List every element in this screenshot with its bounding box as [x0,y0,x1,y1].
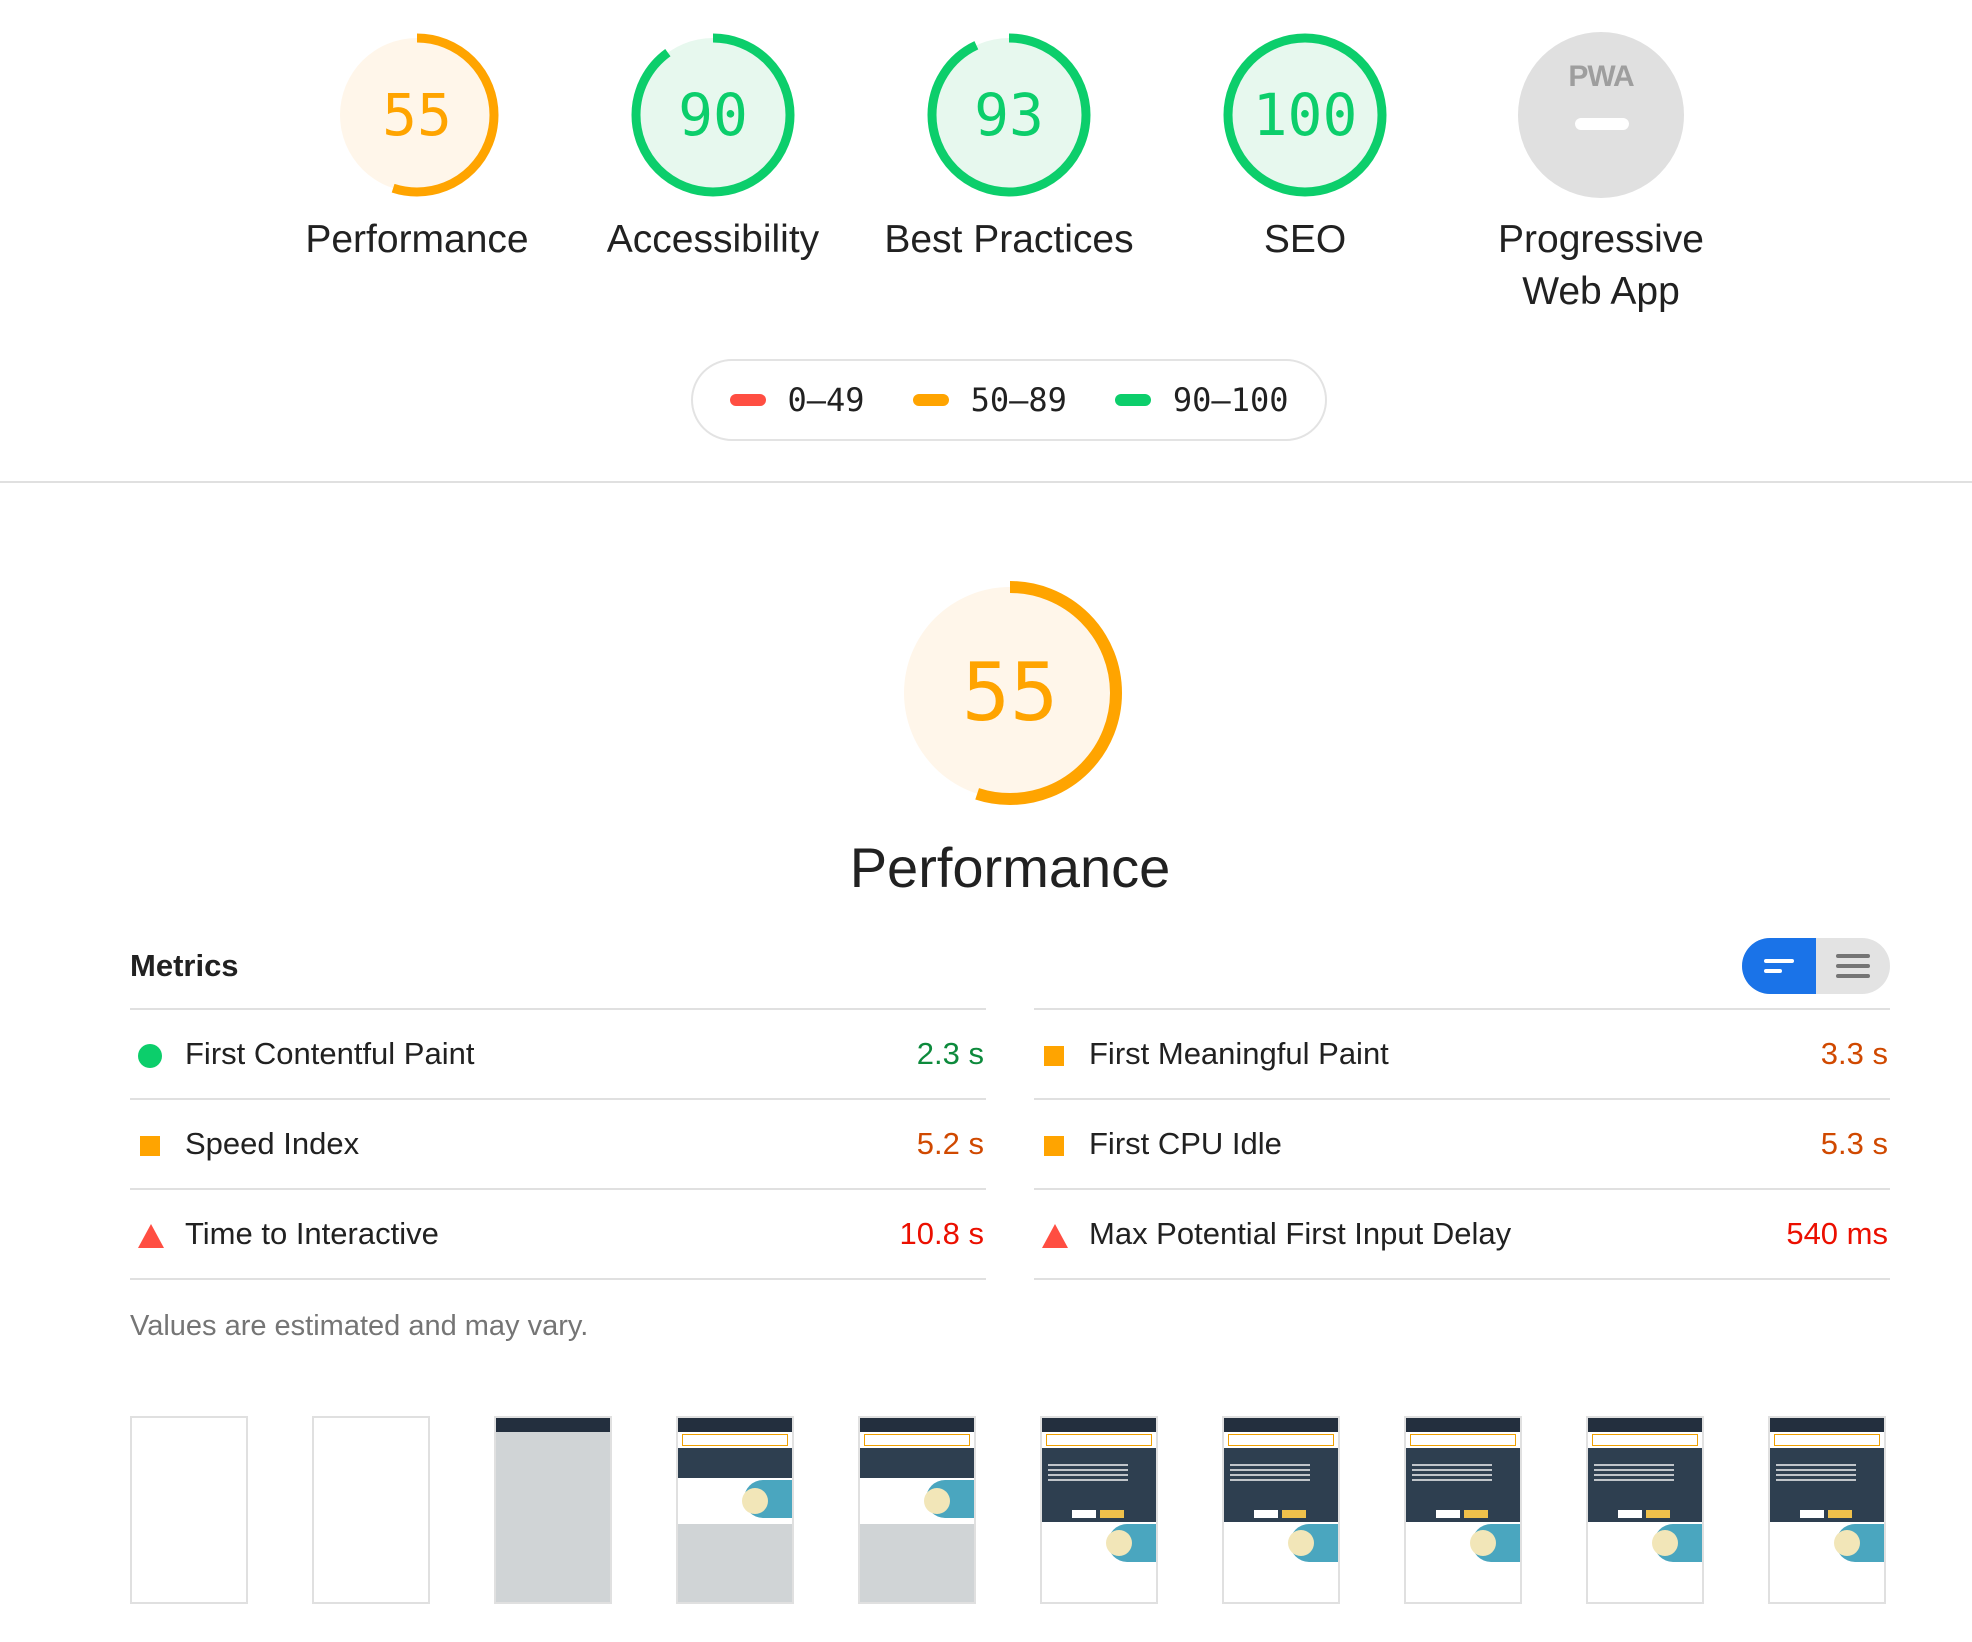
average-square-icon [1044,1136,1064,1156]
category-accessibility[interactable]: 90 Accessibility [553,32,873,266]
metric-value: 5.2 s [916,1126,984,1161]
pwa-badge-icon: PWA [1518,32,1684,198]
fail-triangle-icon [138,1224,164,1248]
metric-row[interactable]: First CPU Idle 5.3 s [1034,1098,1890,1188]
metric-name: First Meaningful Paint [1089,1036,1389,1071]
filmstrip [130,1416,1892,1606]
estimate-note: Values are estimated and may vary. [130,1310,589,1342]
seo-label: SEO [1263,218,1347,261]
best-practices-score: 93 [974,81,1044,149]
performance-section-title: Performance [849,836,1171,899]
best-practices-gauge: 93 [926,32,1092,198]
performance-score: 55 [382,81,452,149]
metric-value: 2.3 s [916,1036,984,1071]
metrics-column-right: First Meaningful Paint 3.3 s First CPU I… [1034,1008,1890,1280]
filmstrip-frame-complete [1222,1416,1340,1604]
seo-gauge: 100 [1222,32,1388,198]
performance-section-gauge: 55 [895,578,1125,808]
legend-fail-label: 0–49 [787,381,865,419]
filmstrip-frame-complete [1404,1416,1522,1604]
filmstrip-frame-complete [1768,1416,1886,1604]
metric-name: Speed Index [185,1126,360,1161]
average-square-icon [1044,1046,1064,1066]
filmstrip-frame-complete [1586,1416,1704,1604]
filmstrip-frame-blank [130,1416,248,1604]
legend-pass-swatch [1114,394,1151,406]
legend-pass: 90–100 [1114,381,1289,419]
accessibility-label: Accessibility [606,218,820,261]
filmstrip-frame-blank [312,1416,430,1604]
legend-average-label: 50–89 [970,381,1067,419]
metric-name: First CPU Idle [1089,1126,1282,1161]
fail-triangle-icon [1042,1224,1068,1248]
legend-average-swatch [912,394,949,406]
metric-value: 3.3 s [1820,1036,1888,1071]
legend-fail-swatch [729,394,766,406]
pwa-badge-text: PWA [1568,60,1634,93]
best-practices-label: Best Practices [884,218,1134,261]
metric-value: 10.8 s [899,1216,984,1251]
expanded-view-button[interactable] [1816,938,1890,994]
metric-name: First Contentful Paint [185,1036,475,1071]
category-performance[interactable]: 55 Performance [257,32,577,266]
metric-row[interactable]: First Contentful Paint 2.3 s [130,1008,986,1098]
metrics-view-toggle[interactable] [1742,938,1890,994]
average-square-icon [140,1136,160,1156]
filmstrip-frame-complete [1040,1416,1158,1604]
category-pwa[interactable]: PWA Progressive Web App [1441,32,1761,318]
section-divider [0,481,1972,483]
legend-average: 50–89 [912,381,1067,419]
expanded-view-icon [1836,954,1870,978]
pwa-label-line1: Progressive [1498,218,1704,261]
performance-label: Performance [305,218,529,261]
metric-row[interactable]: First Meaningful Paint 3.3 s [1034,1008,1890,1098]
metric-row[interactable]: Max Potential First Input Delay 540 ms [1034,1188,1890,1280]
category-best-practices[interactable]: 93 Best Practices [849,32,1169,266]
filmstrip-frame-partial [858,1416,976,1604]
performance-section-score: 55 [961,646,1059,739]
accessibility-score: 90 [678,81,748,149]
filmstrip-frame-loading [494,1416,612,1604]
accessibility-gauge: 90 [630,32,796,198]
category-seo[interactable]: 100 SEO [1145,32,1465,266]
metric-row[interactable]: Speed Index 5.2 s [130,1098,986,1188]
metric-name: Max Potential First Input Delay [1089,1216,1512,1251]
pwa-label-line2: Web App [1522,270,1680,313]
pass-circle-icon [138,1044,162,1068]
pwa-gauge: PWA [1518,32,1684,198]
compact-view-button[interactable] [1742,938,1816,994]
pwa-dash-icon [1575,118,1629,130]
score-scale-legend: 0–49 50–89 90–100 [691,359,1327,441]
metrics-header: Metrics [130,948,239,983]
seo-score: 100 [1252,81,1358,149]
compact-view-icon [1764,959,1794,973]
metric-row[interactable]: Time to Interactive 10.8 s [130,1188,986,1280]
metric-value: 5.3 s [1820,1126,1888,1161]
pwa-label: Progressive Web App [1441,214,1761,318]
metrics-column-left: First Contentful Paint 2.3 s Speed Index… [130,1008,986,1280]
performance-gauge: 55 [334,32,500,198]
legend-fail: 0–49 [729,381,865,419]
legend-pass-label: 90–100 [1172,381,1289,419]
metric-name: Time to Interactive [185,1216,439,1251]
metric-value: 540 ms [1786,1216,1888,1251]
filmstrip-frame-partial [676,1416,794,1604]
